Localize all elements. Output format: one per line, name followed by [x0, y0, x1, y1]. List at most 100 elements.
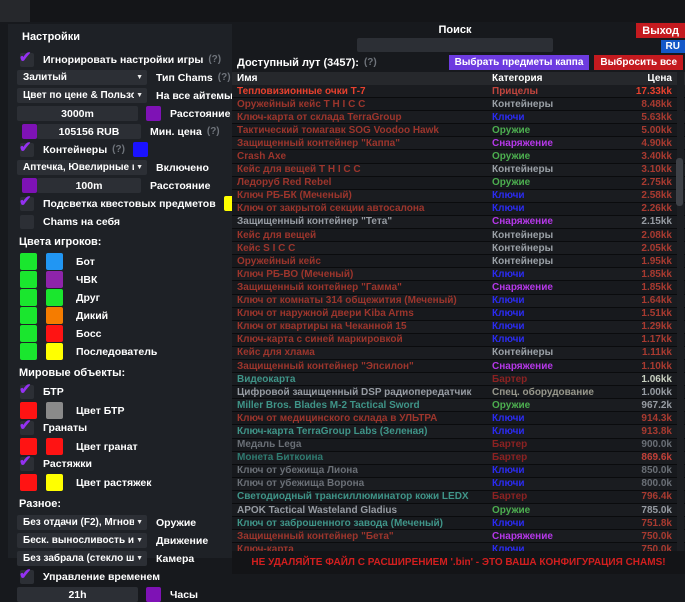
- table-row[interactable]: Монета БиткоинаБартер869.6k: [232, 452, 685, 465]
- color-swatch[interactable]: [20, 325, 37, 342]
- color-swatch[interactable]: [146, 587, 161, 602]
- checkbox[interactable]: ✔: [20, 385, 34, 399]
- table-row[interactable]: Ключ от заброшенного завода (Меченый)Клю…: [232, 517, 685, 530]
- table-row[interactable]: Защищенный контейнер "Эпсилон"Снаряжение…: [232, 360, 685, 373]
- table-row[interactable]: Ледоруб Red RebelОружие2.75kk: [232, 177, 685, 190]
- table-row[interactable]: APOK Tactical Wasteland GladiusОружие785…: [232, 504, 685, 517]
- table-row[interactable]: Оружейный кейс T H I C CКонтейнеры8.48kk: [232, 98, 685, 111]
- color-swatch[interactable]: [46, 474, 63, 491]
- checkbox[interactable]: [20, 215, 34, 229]
- table-row[interactable]: Ключ от наружной двери Kiba ArmsКлючи1.5…: [232, 308, 685, 321]
- settings-row: Без отдачи (F2), Мгновенное п▼Оружие: [14, 515, 232, 530]
- table-row[interactable]: Цифровой защищенный DSP радиопередатчикС…: [232, 386, 685, 399]
- color-swatch[interactable]: [46, 253, 63, 270]
- column-header-price[interactable]: Цена: [614, 73, 685, 84]
- checkbox[interactable]: ✔: [20, 53, 34, 67]
- column-header-name[interactable]: Имя: [232, 73, 492, 84]
- color-swatch[interactable]: [46, 402, 63, 419]
- text-input[interactable]: 100m: [37, 178, 141, 193]
- setting-label: ЧВК: [76, 274, 97, 286]
- table-row[interactable]: Тактический томагавк SOG Voodoo HawkОруж…: [232, 124, 685, 137]
- text-input[interactable]: 3000m: [17, 106, 138, 121]
- title-bar-tab: [0, 0, 30, 22]
- color-swatch[interactable]: [20, 343, 37, 360]
- color-swatch[interactable]: [46, 343, 63, 360]
- table-row[interactable]: ВидеокартаБартер1.06kk: [232, 373, 685, 386]
- text-input[interactable]: 21h: [17, 587, 138, 602]
- checkbox[interactable]: ✔: [20, 143, 34, 157]
- table-row[interactable]: Кейс для вещей T H I C CКонтейнеры3.10kk: [232, 164, 685, 177]
- table-row[interactable]: Ключ-картаКлючи750.0k: [232, 543, 685, 551]
- scrollbar-track[interactable]: [677, 72, 684, 551]
- checkbox[interactable]: ✔: [20, 570, 34, 584]
- select-kappa-items-button[interactable]: Выбрать предметы каппа: [449, 55, 590, 70]
- dropdown[interactable]: Залитый▼: [17, 70, 147, 85]
- color-swatch[interactable]: [46, 289, 63, 306]
- item-price: 751.8k: [614, 518, 685, 529]
- table-row[interactable]: Ключ от квартиры на Чеканной 15Ключи1.29…: [232, 321, 685, 334]
- color-swatch[interactable]: [46, 325, 63, 342]
- table-row[interactable]: Ключ-карта от склада TerraGroupКлючи5.63…: [232, 111, 685, 124]
- color-swatch[interactable]: [146, 106, 161, 121]
- table-row[interactable]: Кейс для хламаКонтейнеры1.11kk: [232, 347, 685, 360]
- table-row[interactable]: Ключ от закрытой секции автосалонаКлючи2…: [232, 203, 685, 216]
- table-row[interactable]: Защищенный контейнер "Тета"Снаряжение2.1…: [232, 216, 685, 229]
- table-row[interactable]: Медаль LegaБартер900.0k: [232, 439, 685, 452]
- color-swatch[interactable]: [20, 307, 37, 324]
- color-swatch[interactable]: [20, 271, 37, 288]
- table-row[interactable]: Кейс для вещейКонтейнеры2.08kk: [232, 229, 685, 242]
- search-input[interactable]: [357, 38, 553, 52]
- settings-row: Дикий: [14, 307, 232, 324]
- scrollbar-thumb[interactable]: [676, 158, 683, 206]
- item-category: Ключи: [492, 426, 614, 437]
- dropdown[interactable]: Без забрала (стекло шлема)▼: [17, 551, 147, 566]
- language-button[interactable]: RU: [661, 40, 685, 53]
- table-row[interactable]: Ключ от медицинского склада в УЛЬТРАКлюч…: [232, 412, 685, 425]
- table-row[interactable]: Ключ-карта TerraGroup Labs (Зеленая)Ключ…: [232, 425, 685, 438]
- table-row[interactable]: Защищенный контейнер "Гамма"Снаряжение1.…: [232, 281, 685, 294]
- color-swatch[interactable]: [46, 307, 63, 324]
- drop-all-button[interactable]: Выбросить все: [594, 55, 683, 70]
- table-row[interactable]: Оружейный кейсКонтейнеры1.95kk: [232, 255, 685, 268]
- item-price: 1.64kk: [614, 295, 685, 306]
- table-row[interactable]: Ключ от убежища ВоронаКлючи800.0k: [232, 478, 685, 491]
- table-row[interactable]: Ключ РБ-БК (Меченый)Ключи2.58kk: [232, 190, 685, 203]
- dropdown[interactable]: Цвет по цене & Пользователь▼: [17, 88, 147, 103]
- table-row[interactable]: Ключ-карта с синей маркировкойКлючи1.17k…: [232, 334, 685, 347]
- color-swatch[interactable]: [133, 142, 148, 157]
- table-row[interactable]: Светодиодный трансиллюминатор кожи LEDXБ…: [232, 491, 685, 504]
- table-row[interactable]: Miller Bros. Blades M-2 Tactical SwordОр…: [232, 399, 685, 412]
- setting-label: Босс: [76, 328, 102, 340]
- table-row[interactable]: Ключ РБ-ВО (Меченый)Ключи1.85kk: [232, 268, 685, 281]
- color-swatch[interactable]: [20, 474, 37, 491]
- exit-button[interactable]: Выход: [636, 23, 685, 38]
- dropdown[interactable]: Беск. выносливость и нет уста▼: [17, 533, 147, 548]
- item-name: Монета Биткоина: [232, 452, 492, 463]
- checkbox[interactable]: ✔: [20, 197, 34, 211]
- table-row[interactable]: Защищенный контейнер "Каппа"Снаряжение4.…: [232, 137, 685, 150]
- table-row[interactable]: Кейс S I C CКонтейнеры2.05kk: [232, 242, 685, 255]
- check-icon: ✔: [19, 138, 32, 156]
- table-row[interactable]: Тепловизионные очки Т-7Прицелы17.33kk: [232, 85, 685, 98]
- table-row[interactable]: Защищенный контейнер "Бета"Снаряжение750…: [232, 530, 685, 543]
- dropdown-value: Беск. выносливость и нет уста: [23, 535, 134, 546]
- item-price: 750.0k: [614, 531, 685, 542]
- text-input[interactable]: 105156 RUB: [37, 124, 141, 139]
- table-row[interactable]: Crash AxeОружие3.40kk: [232, 150, 685, 163]
- table-row[interactable]: Ключ от комнаты 314 общежития (Меченый)К…: [232, 295, 685, 308]
- dropdown[interactable]: Без отдачи (F2), Мгновенное п▼: [17, 515, 147, 530]
- dropdown[interactable]: Аптечка, Ювелирные и...▼: [17, 160, 147, 175]
- setting-label: БТР: [43, 386, 64, 398]
- setting-label: Растяжки: [43, 458, 92, 470]
- section-header: Мировые объекты:: [19, 367, 232, 379]
- item-price: 2.26kk: [614, 203, 685, 214]
- table-row[interactable]: Ключ от убежища ЛионаКлючи850.0k: [232, 465, 685, 478]
- checkbox[interactable]: ✔: [20, 421, 34, 435]
- color-swatch[interactable]: [20, 289, 37, 306]
- checkbox[interactable]: ✔: [20, 457, 34, 471]
- color-swatch[interactable]: [46, 438, 63, 455]
- item-category: Контейнеры: [492, 99, 614, 110]
- color-swatch[interactable]: [46, 271, 63, 288]
- color-swatch[interactable]: [20, 253, 37, 270]
- column-header-category[interactable]: Категория: [492, 73, 614, 84]
